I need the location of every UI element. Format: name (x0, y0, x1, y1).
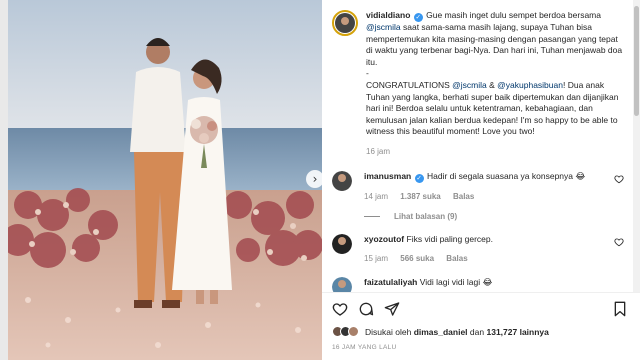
post-timestamp: 16 JAM YANG LALU (332, 344, 397, 351)
view-replies-label: Lihat balasan (9) (394, 211, 458, 221)
caption-text: vidialdiano ✓ Gue masih inget dulu sempe… (366, 10, 624, 158)
author-avatar[interactable] (332, 10, 358, 36)
likes-suffix[interactable]: lainnya (520, 327, 549, 337)
wedding-photo-illustration (8, 0, 322, 360)
comment-text: Vidi lagi vidi lagi 😂 (419, 276, 493, 287)
next-photo-button[interactable]: › (306, 170, 322, 188)
comment-time[interactable]: 14 jam (364, 192, 388, 201)
comment-time[interactable]: 15 jam (364, 254, 388, 263)
verified-icon: ✓ (413, 13, 423, 22)
comment-icon[interactable] (358, 301, 374, 317)
comment-text: Hadir di segala suasana ya konsepnya 😂 (427, 170, 586, 181)
caption-dash: - (366, 68, 369, 79)
comment-likes[interactable]: 1.387 suka (400, 192, 440, 201)
commenter-username[interactable]: faizatulaliyah (364, 277, 417, 287)
commenter-username[interactable]: xyozoutof (364, 234, 404, 244)
replies-divider (364, 215, 380, 217)
commenter-avatar[interactable] (332, 170, 352, 191)
mention-link[interactable]: @jscmila (366, 22, 401, 32)
author-username[interactable]: vidialdiano (366, 10, 410, 20)
window-edge (0, 0, 8, 360)
likes-conj: dan (469, 326, 485, 337)
ampersand: & (489, 79, 495, 90)
caption-block: vidialdiano ✓ Gue masih inget dulu sempe… (332, 10, 624, 158)
heart-icon[interactable] (614, 237, 624, 247)
comments-scrollbar[interactable] (633, 0, 640, 292)
comment-likes[interactable]: 566 suka (400, 254, 434, 263)
post-details-panel: vidialdiano ✓ Gue masih inget dulu sempe… (322, 0, 640, 360)
post-actions: Disukai oleh dimas_daniel dan 131,727 la… (322, 292, 640, 360)
liker-avatars (332, 326, 359, 337)
commenter-avatar[interactable] (332, 233, 352, 254)
likes-prefix: Disukai oleh (365, 326, 412, 337)
comment-item: faizatulaliyah Vidi lagi vidi lagi 😂 (332, 276, 624, 292)
share-icon[interactable] (384, 301, 400, 317)
scrollbar-thumb[interactable] (634, 6, 639, 116)
comment-item: xyozoutof Fiks vidi paling gercep. 15 ja… (332, 233, 624, 264)
comment-item: imanusman ✓ Hadir di segala suasana ya k… (332, 170, 624, 202)
caption-timestamp: 16 jam (366, 146, 391, 156)
likes-count[interactable]: 131,727 (486, 327, 517, 337)
comment-text: Fiks vidi paling gercep. (406, 233, 493, 244)
caption-part-1b: saat sama-sama masih lajang, supaya Tuha… (366, 22, 623, 67)
heart-icon[interactable] (332, 301, 348, 317)
post-photo[interactable]: › (8, 0, 322, 360)
next-arrow-icon: › (312, 172, 318, 186)
verified-icon: ✓ (414, 173, 424, 183)
reply-button[interactable]: Balas (446, 254, 467, 263)
commenter-username[interactable]: imanusman (364, 171, 411, 181)
bookmark-icon[interactable] (612, 301, 628, 317)
caption-part-1a: Gue masih inget dulu sempet berdoa bersa… (426, 10, 601, 20)
heart-icon[interactable] (614, 174, 624, 184)
caption-part-2a: CONGRATULATIONS (366, 79, 450, 90)
mention-link[interactable]: @yakuphasibuan (497, 80, 563, 90)
commenter-avatar[interactable] (332, 276, 352, 292)
reply-button[interactable]: Balas (453, 192, 474, 201)
comments-scroll-area[interactable]: vidialdiano ✓ Gue masih inget dulu sempe… (322, 0, 632, 292)
mention-link[interactable]: @jscmila (452, 80, 487, 90)
view-replies-button[interactable]: Lihat balasan (9) (364, 212, 624, 221)
likes-summary: Disukai oleh dimas_daniel dan 131,727 la… (332, 326, 549, 337)
liker-username[interactable]: dimas_daniel (414, 327, 468, 337)
